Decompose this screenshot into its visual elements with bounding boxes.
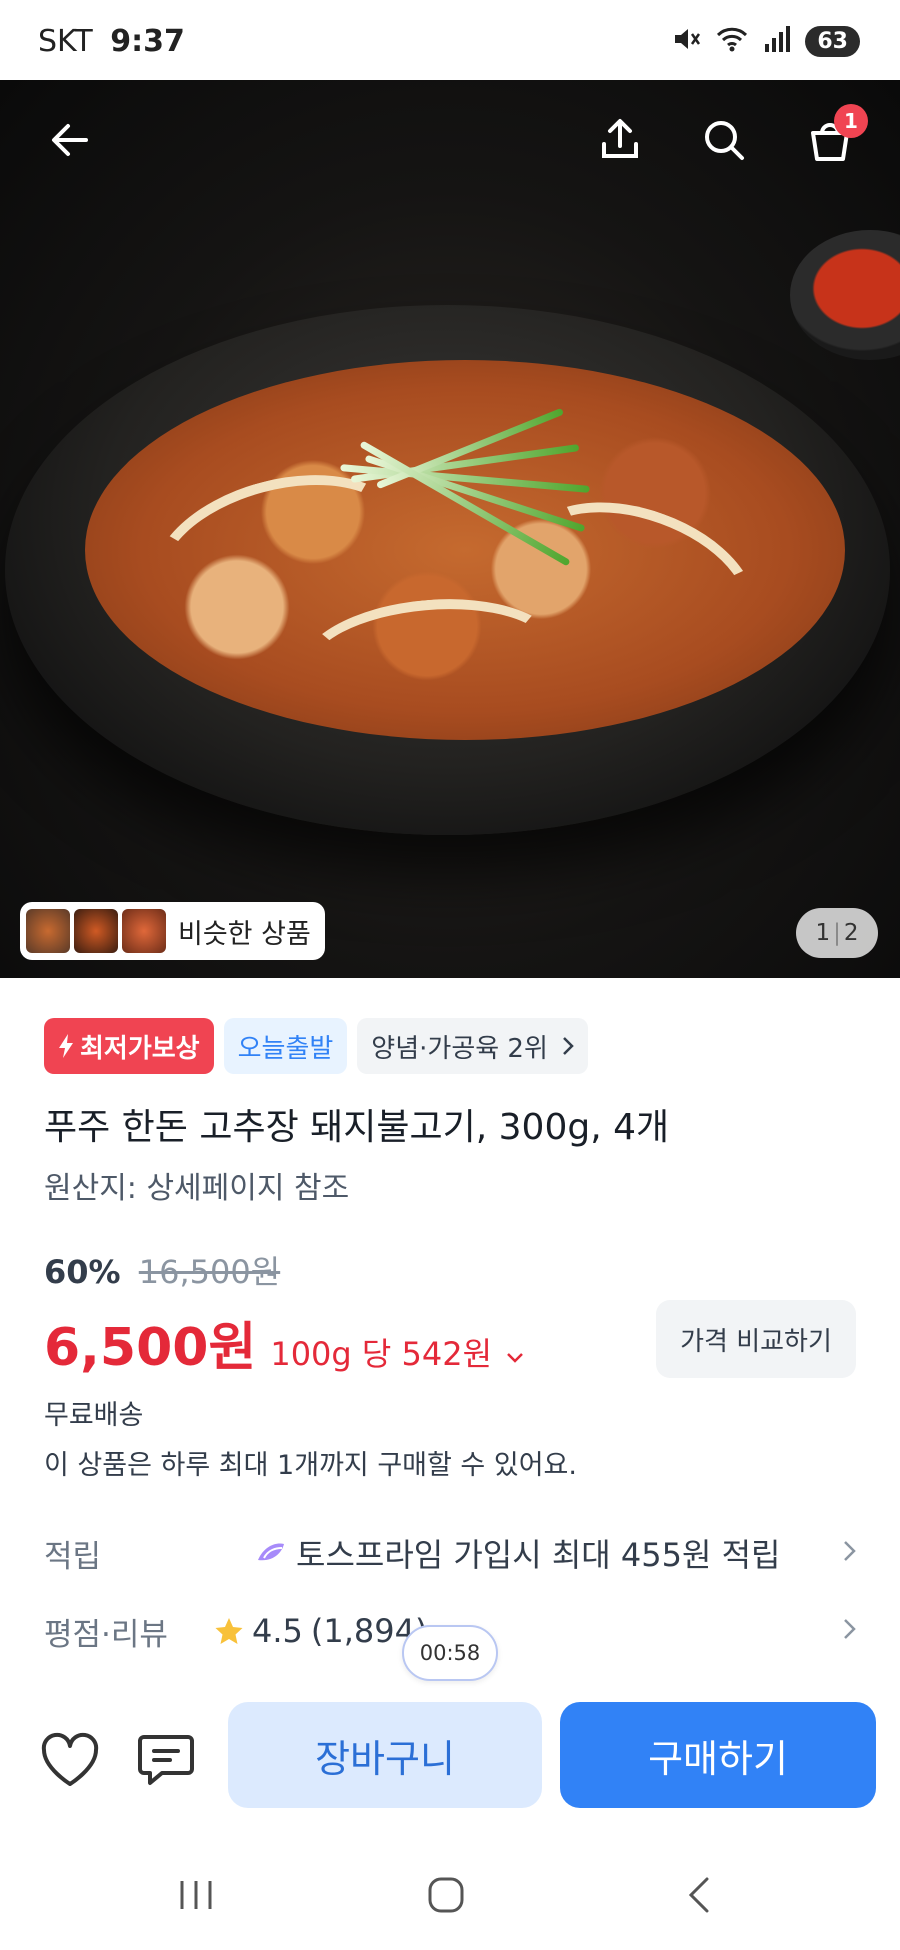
similar-thumb: [122, 909, 166, 953]
system-nav-bar: [0, 1840, 900, 1950]
top-toolbar: 1: [0, 80, 900, 200]
reward-value-wrap: 토스프라임 가입시 최대 455원 적립: [254, 1530, 842, 1576]
shipping-info: 무료배송: [44, 1400, 144, 1431]
unit-price[interactable]: 100g 당 542원: [270, 1329, 492, 1375]
heart-icon[interactable]: [38, 1728, 102, 1792]
product-origin: 원산지: 상세페이지 참조: [44, 1171, 350, 1206]
carrier-label: SKT: [38, 24, 93, 59]
similar-products-label: 비슷한 상품: [178, 918, 311, 950]
chevron-right-icon: [842, 1537, 856, 1570]
review-label: 평점·리뷰: [44, 1616, 168, 1653]
timer-pill[interactable]: 00:58: [402, 1625, 498, 1681]
compare-price-button[interactable]: 가격 비교하기: [656, 1300, 856, 1378]
battery-icon: 63: [805, 25, 860, 57]
recent-apps-icon[interactable]: [166, 1870, 226, 1920]
back-icon[interactable]: [40, 110, 100, 170]
chevron-right-icon: [563, 1037, 574, 1055]
original-price: 16,500원: [138, 1253, 281, 1291]
today-ship-label: 오늘출발: [237, 1033, 334, 1064]
chevron-right-icon: [842, 1615, 856, 1648]
share-icon[interactable]: [590, 110, 650, 170]
discount-percent: 60%: [44, 1253, 121, 1291]
status-icons: 63: [671, 24, 860, 58]
star-icon: [215, 1618, 243, 1644]
back-nav-icon[interactable]: [670, 1870, 730, 1920]
page-current: 1: [815, 920, 831, 946]
page-total: 2: [843, 920, 859, 946]
bottom-action-bar: 장바구니 구매하기: [0, 1690, 900, 1830]
status-bar: SKT 9:37 63: [0, 0, 900, 80]
ranking-badge[interactable]: 양념·가공육 2위: [357, 1018, 588, 1074]
buy-now-button[interactable]: 구매하기: [560, 1702, 876, 1808]
toss-prime-icon: [258, 1543, 284, 1561]
lowest-price-badge[interactable]: 최저가보상: [44, 1018, 214, 1074]
shopping-bag-icon[interactable]: 1: [800, 104, 868, 170]
reward-value: 토스프라임 가입시 최대 455원 적립: [296, 1536, 781, 1574]
cart-count-badge: 1: [834, 104, 868, 138]
today-ship-badge: 오늘출발: [223, 1018, 348, 1074]
lightning-icon: [59, 1034, 73, 1058]
product-badges: 최저가보상 오늘출발 양념·가공육 2위: [44, 1018, 588, 1074]
image-page-indicator: 1 | 2: [796, 908, 878, 958]
similar-thumb: [74, 909, 118, 953]
review-value-wrap: 4.5 (1,894): [214, 1612, 842, 1650]
add-to-cart-button[interactable]: 장바구니: [228, 1702, 542, 1808]
rating-value: 4.5: [252, 1612, 303, 1650]
reward-label: 적립: [44, 1538, 102, 1575]
side-sauce-bowl: [790, 230, 900, 360]
reward-row[interactable]: 적립 토스프라임 가입시 최대 455원 적립: [44, 1526, 856, 1580]
purchase-limit-info: 이 상품은 하루 최대 1개까지 구매할 수 있어요.: [44, 1450, 577, 1481]
similar-products-chip[interactable]: 비슷한 상품: [20, 902, 325, 960]
ranking-label: 양념·가공육 2위: [371, 1033, 548, 1064]
product-image[interactable]: 1 비슷한 상품 1 | 2: [0, 80, 900, 978]
search-icon[interactable]: [694, 110, 754, 170]
wifi-icon: [715, 24, 749, 58]
discount-row: 60% 16,500원: [44, 1247, 280, 1293]
mute-icon: [671, 24, 701, 58]
similar-thumb: [26, 909, 70, 953]
home-icon[interactable]: [416, 1870, 476, 1920]
price-row: 6,500원 100g 당 542원: [44, 1305, 524, 1380]
chevron-down-icon[interactable]: [506, 1343, 524, 1371]
sale-price: 6,500원: [44, 1318, 257, 1378]
chat-icon[interactable]: [134, 1728, 198, 1792]
product-title: 푸주 한돈 고추장 돼지불고기, 300g, 4개: [44, 1107, 670, 1148]
lowest-price-label: 최저가보상: [80, 1033, 200, 1064]
status-left: SKT 9:37: [38, 24, 185, 59]
clock: 9:37: [110, 24, 185, 59]
signal-icon: [763, 24, 791, 58]
